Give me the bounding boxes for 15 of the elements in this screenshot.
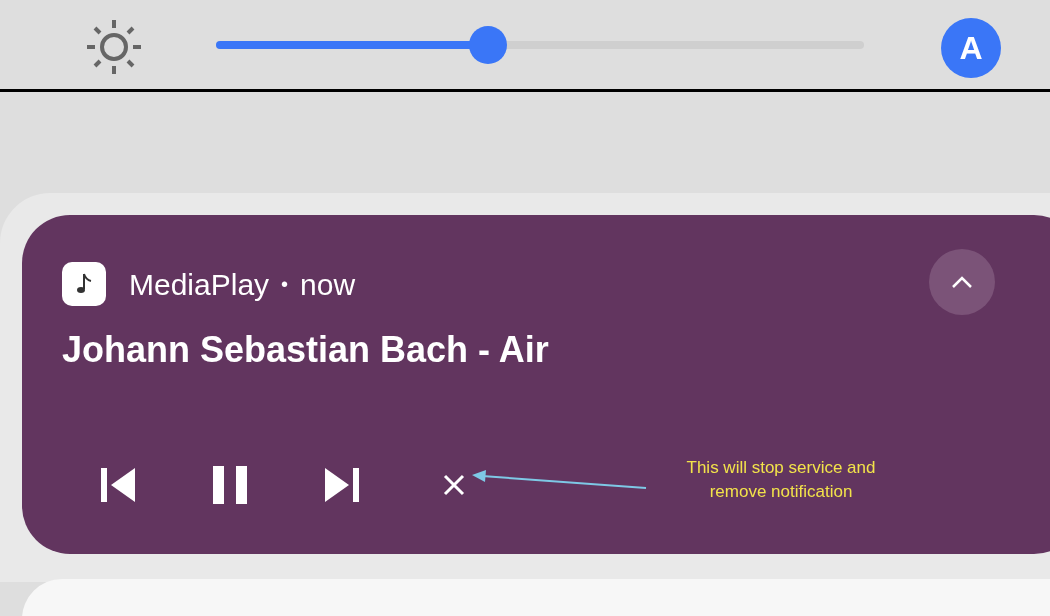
music-note-icon — [76, 272, 92, 296]
auto-brightness-button[interactable]: A — [941, 17, 1001, 78]
app-name: MediaPlay — [129, 266, 270, 303]
chevron-up-icon — [951, 275, 974, 289]
skip-back-icon — [101, 468, 135, 502]
track-title: Johann Sebastian Bach - Air — [62, 328, 550, 372]
close-icon — [443, 474, 465, 496]
pause-icon — [213, 466, 247, 504]
annotation-text: This will stop service and remove notification — [685, 457, 877, 503]
slider-thumb[interactable] — [469, 25, 508, 64]
skip-forward-icon — [325, 468, 359, 502]
brightness-icon — [85, 17, 143, 76]
brightness-slider[interactable] — [216, 25, 864, 64]
separator-dot: • — [281, 272, 289, 297]
notification-time: now — [300, 266, 356, 303]
